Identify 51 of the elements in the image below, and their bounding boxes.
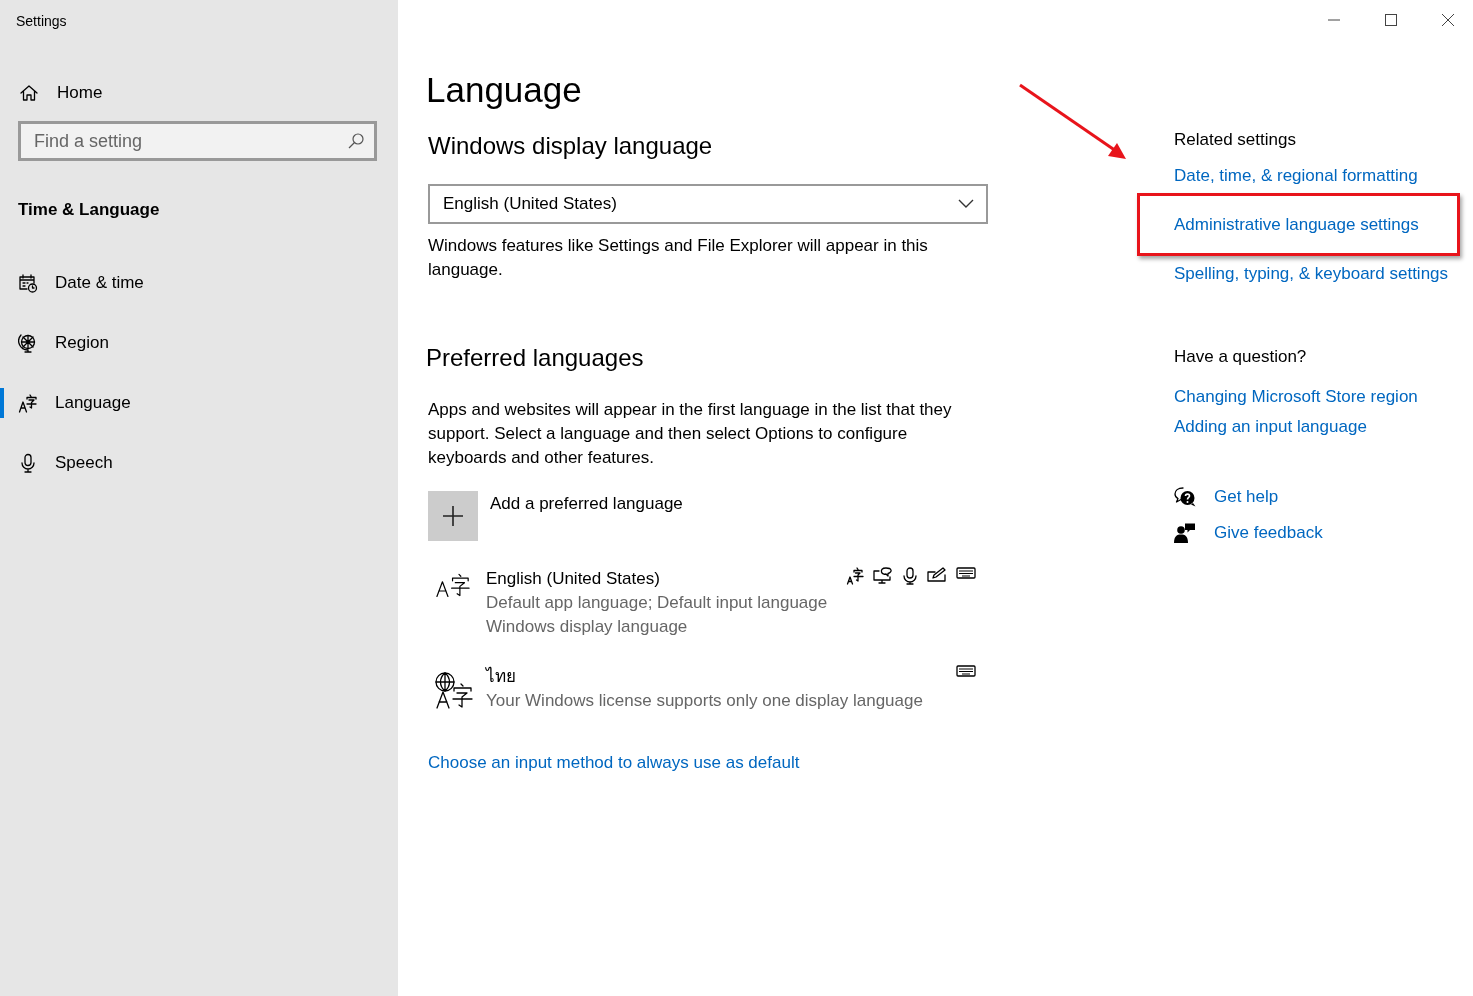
monitor-speech-icon <box>873 567 893 585</box>
language-icon <box>18 393 38 413</box>
page-title: Language <box>426 70 582 110</box>
section-heading: Have a question? <box>1174 347 1307 367</box>
plus-icon <box>441 504 465 528</box>
language-icon <box>436 572 470 598</box>
sidebar-item[interactable]: Speech <box>0 433 398 493</box>
home-link[interactable]: Home <box>19 83 103 103</box>
keyboard-icon <box>956 567 976 579</box>
pen-icon <box>927 567 947 583</box>
description-text: Windows features like Settings and File Explorer will appear in this language. <box>428 235 929 281</box>
section-heading: Windows display language <box>428 132 713 160</box>
related-settings-link[interactable]: Date, time, & regional formatting <box>1174 165 1418 186</box>
language-dropdown[interactable]: English (United States) <box>428 184 988 224</box>
calendar-clock-icon <box>18 273 38 293</box>
language-detail: Default app language; Default input language <box>486 592 828 614</box>
help-link[interactable]: Adding an input language <box>1174 417 1367 437</box>
keyboard-icon <box>956 665 976 677</box>
globe-icon <box>18 333 38 353</box>
window-title: Settings <box>15 12 67 31</box>
globe-language-icon <box>433 670 473 710</box>
close-icon[interactable] <box>1442 14 1454 26</box>
section-heading: Preferred languages <box>426 344 644 372</box>
maximize-icon[interactable] <box>1385 14 1397 26</box>
feedback-icon <box>1174 523 1196 543</box>
help-link[interactable]: Changing Microsoft Store region <box>1174 387 1418 407</box>
get-help-link[interactable]: Get help <box>1214 487 1279 507</box>
related-settings-link[interactable]: Administrative language settings <box>1174 214 1419 235</box>
related-settings-link[interactable]: Spelling, typing, & keyboard settings <box>1174 263 1449 284</box>
add-language-label[interactable]: Add a preferred language <box>490 494 683 514</box>
language-detail: Your Windows license supports only one display language <box>486 690 923 712</box>
help-icon <box>1174 487 1196 507</box>
language-detail: Windows display language <box>486 616 688 638</box>
search-field[interactable]: Find a setting <box>18 121 377 161</box>
add-language-button[interactable] <box>428 491 478 541</box>
microphone-icon <box>18 453 38 473</box>
section-heading: Related settings <box>1174 130 1296 150</box>
sidebar-item[interactable]: Date & time <box>0 253 398 313</box>
input-method-link[interactable]: Choose an input method to always use as default <box>428 753 800 773</box>
feedback-link[interactable]: Give feedback <box>1214 523 1323 543</box>
chevron-down-icon <box>958 199 974 209</box>
language-name[interactable]: English (United States) <box>486 567 660 591</box>
description-text: Apps and websites will appear in the first language in the list that they support. Select a language and then select Options to configure keyboards and other features. <box>428 399 953 469</box>
search-icon <box>347 132 365 150</box>
section-heading: Time & Language <box>18 200 160 220</box>
language-icon <box>846 567 864 585</box>
sidebar-item[interactable]: Language <box>0 373 398 433</box>
home-icon <box>19 83 39 103</box>
microphone-icon <box>902 567 918 585</box>
sidebar-item[interactable]: Region <box>0 313 398 373</box>
language-name[interactable]: ไทย <box>486 665 516 689</box>
